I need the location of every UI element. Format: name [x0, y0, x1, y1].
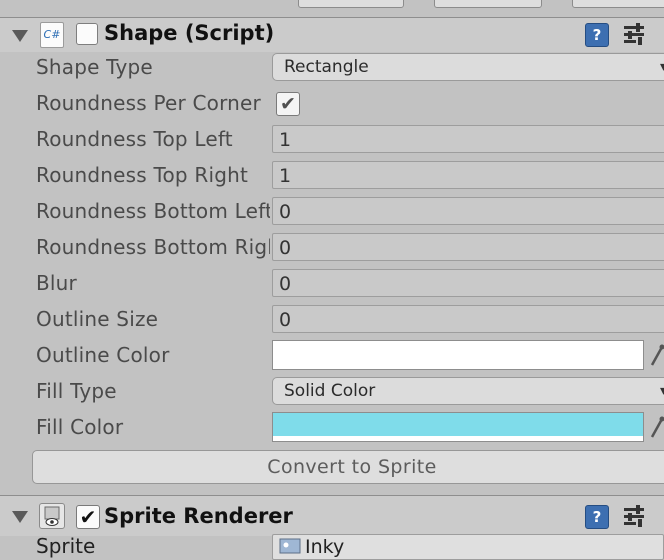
help-icon[interactable]: ?: [585, 505, 609, 529]
eye-icon: [40, 504, 64, 528]
sprite-renderer-enable-checkbox[interactable]: ✔: [76, 505, 100, 529]
blur-label: Blur: [36, 265, 270, 301]
shape-component-header[interactable]: [0, 18, 664, 52]
foldout-arrow-icon[interactable]: [12, 30, 28, 42]
outline-color-field[interactable]: [272, 340, 644, 370]
outline-color-label: Outline Color: [36, 337, 270, 373]
settings-icon[interactable]: [622, 504, 646, 528]
eyedropper-icon[interactable]: [650, 415, 664, 439]
blur-field[interactable]: 0: [272, 269, 664, 297]
roundness-bottom-right-label: Roundness Bottom Right: [36, 229, 270, 265]
shape-type-dropdown[interactable]: Rectangle ▾: [272, 53, 664, 81]
foldout-arrow-icon[interactable]: [12, 511, 28, 523]
component-title: Sprite Renderer: [104, 504, 293, 528]
shape-type-label: Shape Type: [36, 49, 270, 85]
alpha-bar: [273, 436, 643, 441]
top-partial-button-1[interactable]: [298, 0, 404, 8]
outline-size-field[interactable]: 0: [272, 305, 664, 333]
sprite-renderer-icon: [39, 503, 65, 529]
sprite-object-field[interactable]: Inky: [272, 534, 664, 560]
sprite-asset-icon: [279, 538, 301, 554]
sprite-label: Sprite: [36, 534, 95, 558]
roundness-bottom-right-field[interactable]: 0: [272, 233, 664, 261]
fill-type-dropdown[interactable]: Solid Color ▾: [272, 377, 664, 405]
roundness-bottom-left-label: Roundness Bottom Left: [36, 193, 270, 229]
component-title: Shape (Script): [104, 21, 274, 45]
roundness-top-right-label: Roundness Top Right: [36, 157, 270, 193]
top-partial-button-3[interactable]: [572, 0, 664, 8]
help-icon[interactable]: ?: [585, 23, 609, 47]
roundness-top-right-field[interactable]: 1: [272, 161, 664, 189]
roundness-per-corner-label: Roundness Per Corner: [36, 85, 270, 121]
roundness-top-left-field[interactable]: 1: [272, 125, 664, 153]
chevron-down-icon: ▾: [660, 378, 664, 405]
fill-type-value: Solid Color: [284, 381, 375, 401]
fill-type-label: Fill Type: [36, 373, 270, 409]
top-partial-button-2[interactable]: [434, 0, 542, 8]
eyedropper-icon[interactable]: [650, 343, 664, 367]
fill-color-field[interactable]: [272, 412, 644, 442]
roundness-bottom-left-field[interactable]: 0: [272, 197, 664, 225]
shape-type-value: Rectangle: [284, 57, 369, 77]
more-icon[interactable]: ⋮: [656, 24, 664, 42]
settings-icon[interactable]: [622, 22, 646, 46]
convert-to-sprite-button[interactable]: Convert to Sprite: [32, 450, 664, 484]
script-icon: C#: [40, 22, 64, 48]
fill-color-label: Fill Color: [36, 409, 270, 445]
roundness-top-left-label: Roundness Top Left: [36, 121, 270, 157]
shape-enable-checkbox[interactable]: [76, 23, 98, 45]
chevron-down-icon: ▾: [660, 54, 664, 81]
more-icon[interactable]: ⋮: [656, 506, 664, 524]
outline-size-label: Outline Size: [36, 301, 270, 337]
roundness-per-corner-checkbox[interactable]: ✔: [276, 92, 300, 116]
